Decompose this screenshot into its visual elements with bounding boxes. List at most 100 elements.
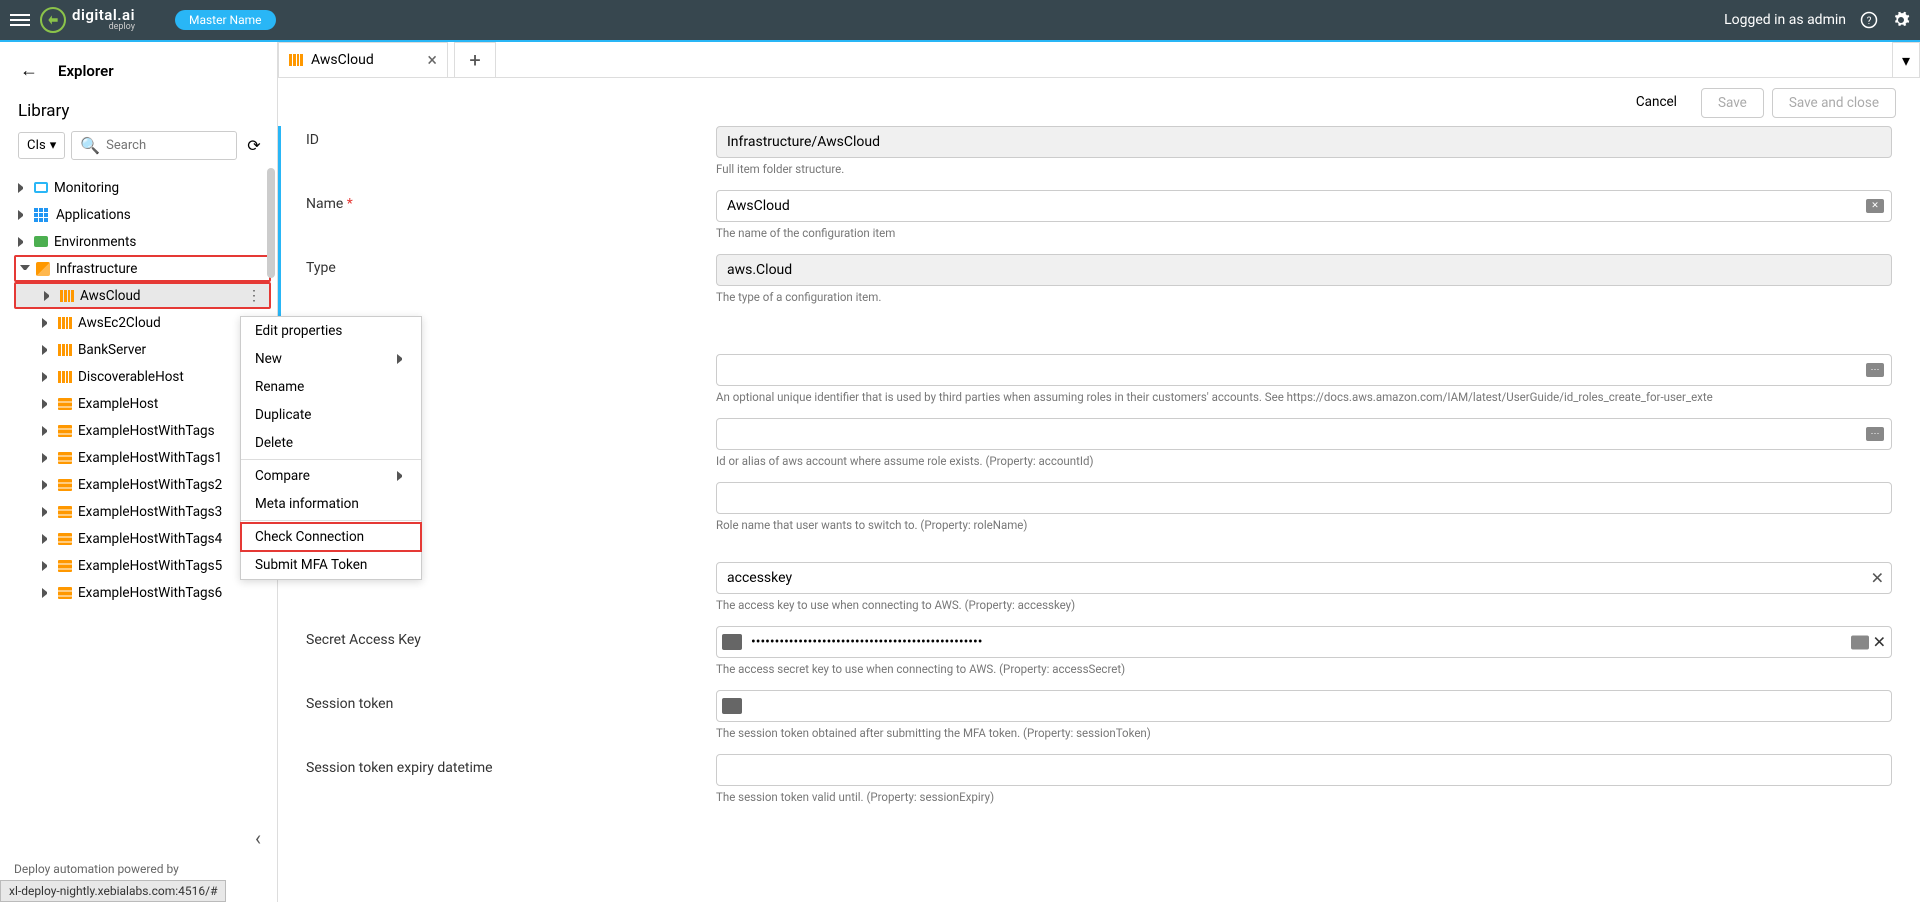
ctx-compare[interactable]: Compare <box>241 462 421 490</box>
input-id <box>716 126 1892 158</box>
help-name: The name of the configuration item <box>716 226 1892 240</box>
ellipsis-icon[interactable]: ⋯ <box>1866 363 1884 377</box>
scrollbar[interactable] <box>267 168 275 278</box>
ctx-new[interactable]: New <box>241 345 421 373</box>
input-secret-key[interactable] <box>716 626 1892 658</box>
tree-item[interactable]: DiscoverableHost <box>14 363 271 390</box>
tab-dropdown-icon[interactable]: ▾ <box>1892 42 1920 77</box>
ctx-label: New <box>255 351 282 367</box>
master-badge[interactable]: Master Name <box>175 10 276 30</box>
stack-icon <box>58 425 72 437</box>
gear-icon[interactable] <box>1892 11 1910 29</box>
stack-icon <box>58 479 72 491</box>
search-box[interactable]: 🔍 <box>71 131 237 160</box>
tree-applications[interactable]: Applications <box>14 201 271 228</box>
tree-label: AwsEc2Cloud <box>78 315 161 331</box>
ctx-delete[interactable]: Delete <box>241 429 421 457</box>
ctx-check-connection[interactable]: Check Connection <box>240 522 422 552</box>
context-menu: Edit properties New Rename Duplicate Del… <box>240 316 422 580</box>
stack-icon <box>58 560 72 572</box>
tree-label: ExampleHostWithTags6 <box>78 585 222 601</box>
help-role: Role name that user wants to switch to. … <box>716 518 1892 532</box>
close-icon[interactable]: × <box>427 50 437 71</box>
cancel-button[interactable]: Cancel <box>1620 88 1693 118</box>
collapse-icon[interactable]: ‹ <box>239 818 277 858</box>
tree-monitoring[interactable]: Monitoring <box>14 174 271 201</box>
tree-infrastructure[interactable]: Infrastructure <box>14 255 271 282</box>
label-sak: Secret Access Key <box>306 626 716 676</box>
ellipsis-icon[interactable]: ⋯ <box>1866 427 1884 441</box>
refresh-icon[interactable]: ⟳ <box>243 135 265 157</box>
keyboard-icon[interactable] <box>722 698 742 714</box>
tree-label: Infrastructure <box>56 261 137 277</box>
clear-icon[interactable]: ✕ <box>1873 633 1886 652</box>
tree-item[interactable]: ExampleHost <box>14 390 271 417</box>
tree-item[interactable]: ExampleHostWithTags3 <box>14 498 271 525</box>
left-panel: ← Explorer Library CIs ▾ 🔍 ⟳ Monitoring … <box>0 42 278 902</box>
stack-icon <box>58 452 72 464</box>
input-access-key[interactable] <box>716 562 1892 594</box>
stack-icon <box>58 398 72 410</box>
input-session-expiry[interactable] <box>716 754 1892 786</box>
tab-bar: AwsCloud × + ▾ <box>278 42 1920 78</box>
chevron-down-icon: ▾ <box>50 138 57 153</box>
menu-icon[interactable] <box>10 10 30 30</box>
brand-sub: deploy <box>72 23 135 32</box>
tree-item[interactable]: AwsEc2Cloud <box>14 309 271 336</box>
ctx-meta[interactable]: Meta information <box>241 490 421 518</box>
help-ste: The session token valid until. (Property… <box>716 790 1892 804</box>
powered-text: Deploy automation powered by <box>0 858 277 880</box>
help-icon[interactable]: ? <box>1860 11 1878 29</box>
ctx-edit[interactable]: Edit properties <box>241 317 421 345</box>
tree-label: ExampleHostWithTags <box>78 423 215 439</box>
help-type: The type of a configuration item. <box>716 290 1892 304</box>
tree: Monitoring Applications Environments Inf… <box>0 168 277 818</box>
env-icon <box>34 236 48 247</box>
tree-item[interactable]: ExampleHostWithTags <box>14 417 271 444</box>
tree-item[interactable]: ExampleHostWithTags5 <box>14 552 271 579</box>
save-close-button[interactable]: Save and close <box>1772 88 1896 118</box>
clear-icon[interactable]: ✕ <box>1871 569 1884 588</box>
tab-awscloud[interactable]: AwsCloud × <box>278 42 448 77</box>
tree-item[interactable]: ExampleHostWithTags4 <box>14 525 271 552</box>
label-name: Name * <box>306 190 716 240</box>
tree-label: DiscoverableHost <box>78 369 184 385</box>
tree-item[interactable]: ExampleHostWithTags6 <box>14 579 271 606</box>
cis-filter-button[interactable]: CIs ▾ <box>18 132 65 159</box>
input-account-id[interactable] <box>716 418 1892 450</box>
input-external-id[interactable] <box>716 354 1892 386</box>
help-ak: The access key to use when connecting to… <box>716 598 1892 612</box>
keyboard-icon[interactable] <box>722 634 742 650</box>
brand-name: digital.ai <box>72 8 135 23</box>
tree-label: Applications <box>56 207 131 223</box>
explorer-title: Explorer <box>58 62 114 80</box>
stack-icon <box>58 506 72 518</box>
monitor-icon <box>34 182 48 193</box>
ellipsis-icon[interactable] <box>1851 635 1869 649</box>
tree-item[interactable]: BankServer <box>14 336 271 363</box>
back-icon[interactable]: ← <box>20 60 38 81</box>
search-input[interactable] <box>106 138 228 153</box>
label-type: Type <box>306 254 716 304</box>
tree-label: ExampleHostWithTags4 <box>78 531 222 547</box>
ctx-duplicate[interactable]: Duplicate <box>241 401 421 429</box>
tree-environments[interactable]: Environments <box>14 228 271 255</box>
action-bar: Cancel Save Save and close <box>278 78 1920 126</box>
main-content: AwsCloud × + ▾ Cancel Save Save and clos… <box>278 42 1920 902</box>
tree-item[interactable]: ExampleHostWithTags1 <box>14 444 271 471</box>
save-button[interactable]: Save <box>1701 88 1764 118</box>
ctx-rename[interactable]: Rename <box>241 373 421 401</box>
tree-label: Environments <box>54 234 136 250</box>
kebab-icon[interactable]: ⋮ <box>247 288 261 304</box>
rename-clear-icon[interactable]: ✕ <box>1866 199 1884 213</box>
search-icon: 🔍 <box>80 136 100 155</box>
input-name[interactable] <box>716 190 1892 222</box>
tree-item-awscloud[interactable]: AwsCloud⋮ <box>14 282 271 309</box>
tree-item[interactable]: ExampleHostWithTags2 <box>14 471 271 498</box>
ctx-mfa[interactable]: Submit MFA Token <box>241 551 421 579</box>
input-role-name[interactable] <box>716 482 1892 514</box>
label-ste: Session token expiry datetime <box>306 754 716 804</box>
help-acct: Id or alias of aws account where assume … <box>716 454 1892 468</box>
input-session-token[interactable] <box>716 690 1892 722</box>
add-tab-button[interactable]: + <box>454 42 496 77</box>
